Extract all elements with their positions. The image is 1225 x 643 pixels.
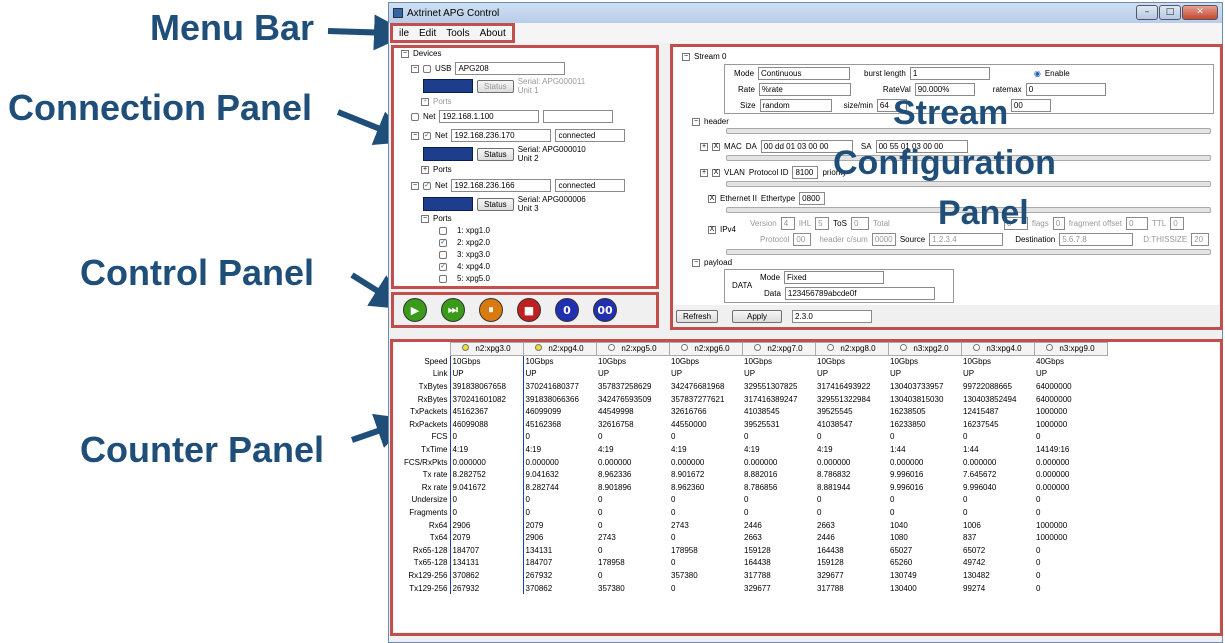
arrow-connection-panel bbox=[336, 109, 400, 145]
arrow-control-panel bbox=[350, 272, 400, 310]
arrow-menu-bar bbox=[327, 14, 400, 51]
connection-panel-highlight bbox=[391, 45, 659, 289]
close-button[interactable]: ✕ bbox=[1182, 5, 1218, 20]
stream-config-highlight bbox=[670, 44, 1223, 330]
app-icon bbox=[393, 8, 403, 18]
annotation-stream-line2: Configuration bbox=[833, 144, 1056, 182]
maximize-button[interactable]: □ bbox=[1159, 5, 1181, 20]
menu-bar-highlight bbox=[390, 23, 515, 43]
minimize-button[interactable]: – bbox=[1136, 5, 1158, 20]
window-title: Axtrinet APG Control bbox=[407, 7, 500, 19]
annotation-stream-line1: Stream bbox=[893, 94, 1009, 132]
control-panel-highlight bbox=[391, 292, 659, 328]
title-bar: Axtrinet APG Control bbox=[389, 3, 1222, 23]
counter-panel-highlight bbox=[390, 339, 1223, 636]
annotation-stream-line3: Panel bbox=[938, 194, 1029, 232]
annotation-arrows bbox=[327, 14, 400, 448]
